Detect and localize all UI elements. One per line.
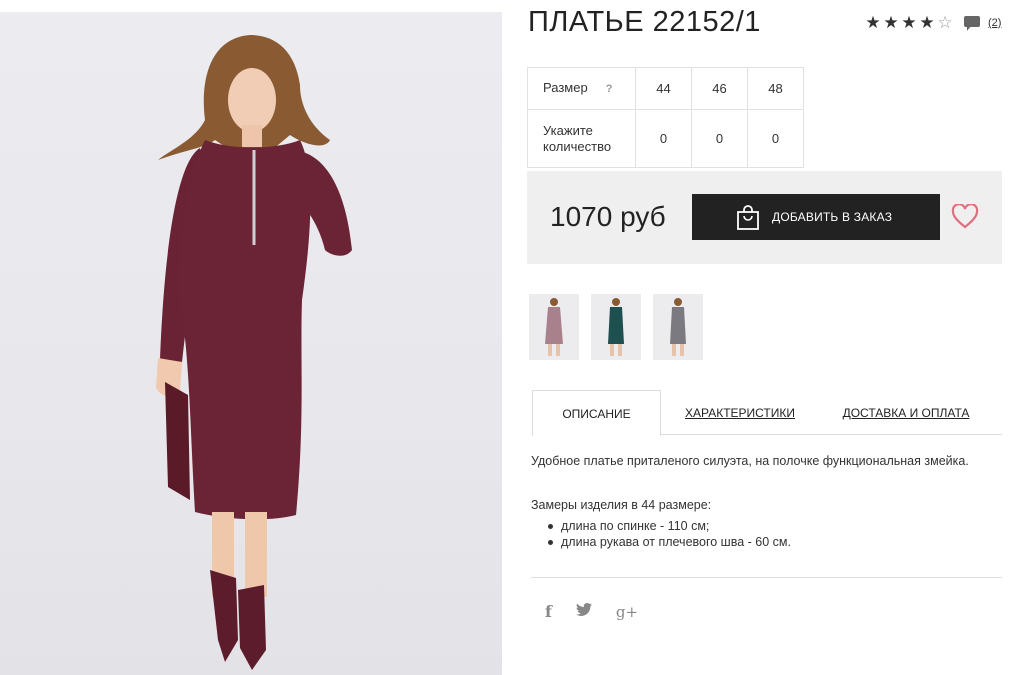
quantity-input[interactable]: 0 [691,109,748,168]
star-filled-icon[interactable]: ★ [882,14,900,31]
size-label: Размер [543,80,588,95]
tab-description[interactable]: ОПИСАНИЕ [532,390,661,436]
twitter-icon[interactable] [575,602,592,620]
rating-widget[interactable]: ★ ★ ★ ★ ☆ (2) [864,14,1001,31]
thumbnail-teal[interactable] [591,294,641,360]
quantity-input[interactable]: 0 [747,109,804,168]
measure-item: длина рукава от плечевого шва - 60 см. [548,534,791,550]
tab-delivery-payment[interactable]: ДОСТАВКА И ОПЛАТА [835,390,977,434]
size-quantity-table: Размер? 44 46 48 Укажите количество 0 0 … [527,67,804,168]
product-title: ПЛАТЬЕ 22152/1 [528,6,761,38]
star-filled-icon[interactable]: ★ [864,14,882,31]
shopping-bag-icon [737,205,759,230]
price-box: 1070 руб ДОБАВИТЬ В ЗАКАЗ [527,171,1002,264]
thumbnail-pink[interactable] [529,294,579,360]
google-plus-icon[interactable]: g+ [616,603,638,621]
add-to-order-button[interactable]: ДОБАВИТЬ В ЗАКАЗ [692,194,940,240]
product-main-photo[interactable] [0,12,502,675]
thumbnail-grey[interactable] [653,294,703,360]
quantity-label-cell: Укажите количество [527,109,636,168]
facebook-icon[interactable]: f [545,602,552,621]
star-filled-icon[interactable]: ★ [900,14,918,31]
size-option[interactable]: 44 [635,67,692,110]
tab-characteristics[interactable]: ХАРАКТЕРИСТИКИ [672,390,808,434]
review-count-link[interactable]: (2) [988,17,1001,29]
star-empty-icon[interactable]: ☆ [936,14,954,31]
measures-title: Замеры изделия в 44 размере: [531,498,712,512]
size-help-icon[interactable]: ? [606,83,613,95]
quantity-label-line1: Укажите [543,122,593,138]
measure-item: длина по спинке - 110 см; [548,518,791,534]
product-tabs: ОПИСАНИЕ ХАРАКТЕРИСТИКИ ДОСТАВКА И ОПЛАТ… [532,390,1002,436]
star-filled-icon[interactable]: ★ [918,14,936,31]
price: 1070 руб [550,201,666,232]
measures-list: длина по спинке - 110 см; длина рукава о… [548,518,791,550]
size-label-cell: Размер? [527,67,636,110]
size-option[interactable]: 48 [747,67,804,110]
divider [531,577,1002,578]
color-thumbnails [529,294,715,360]
heart-icon[interactable] [951,204,979,229]
quantity-input[interactable]: 0 [635,109,692,168]
quantity-label-line2: количество [543,138,612,154]
add-to-order-label: ДОБАВИТЬ В ЗАКАЗ [772,210,893,224]
comment-icon[interactable] [964,15,980,31]
social-share: f g+ [545,602,662,621]
size-option[interactable]: 46 [691,67,748,110]
product-description: Удобное платье приталеного силуэта, на п… [531,454,969,468]
